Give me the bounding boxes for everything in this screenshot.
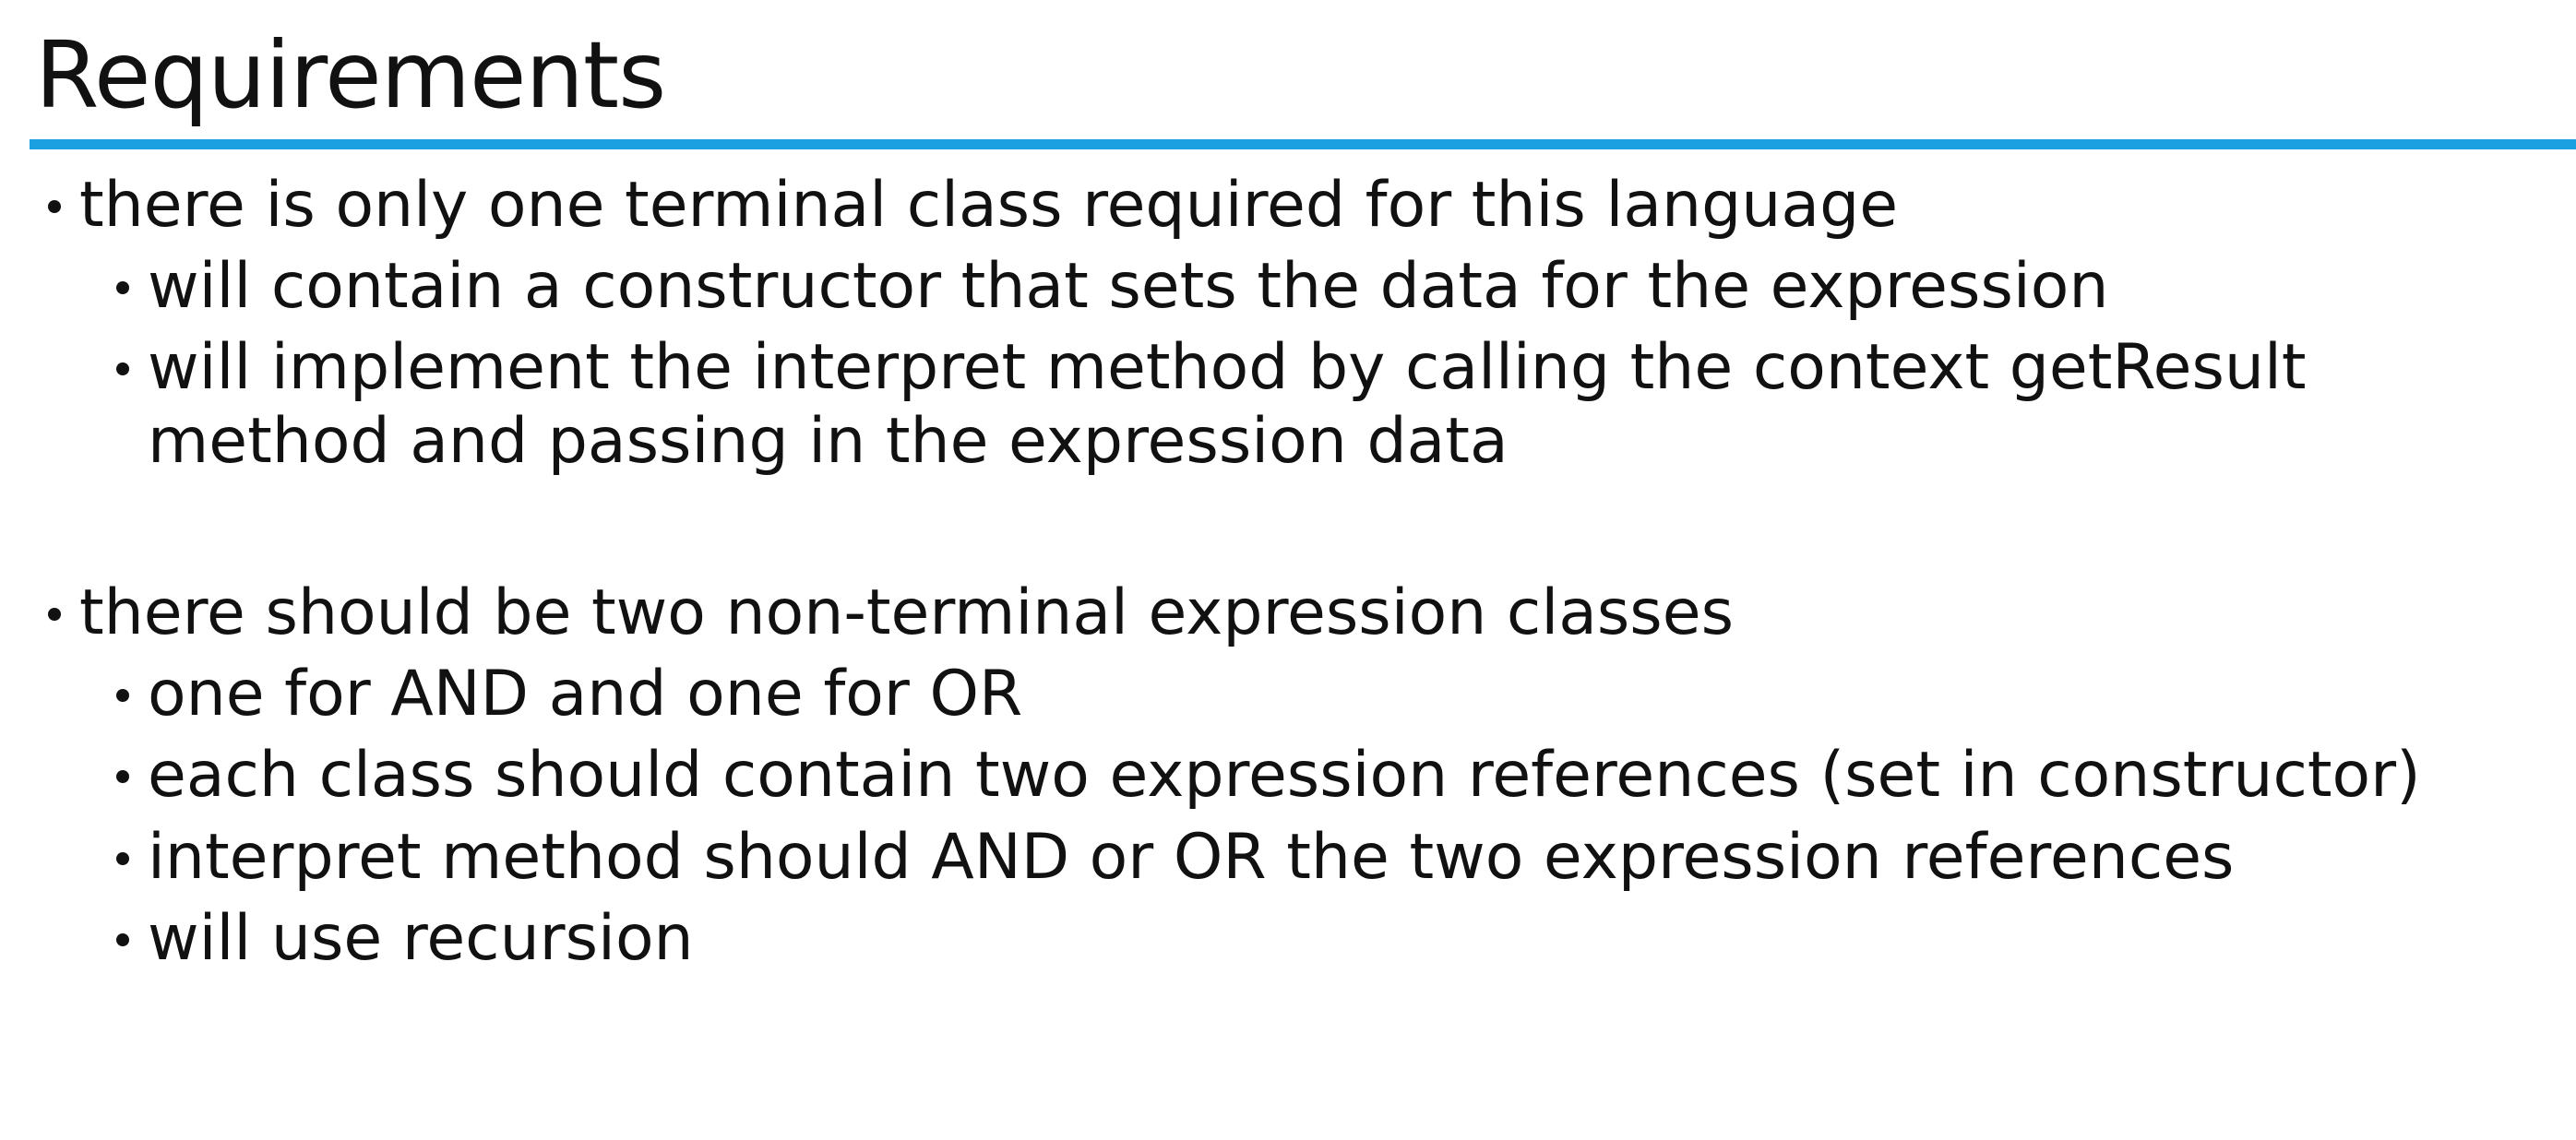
sub-bullet-item: will implement the interpret method by c… (116, 331, 2565, 479)
bullet-text: there should be two non-terminal express… (79, 576, 1735, 649)
bullet-icon (116, 689, 129, 702)
sub-bullet-item: will contain a constructor that sets the… (116, 250, 2109, 324)
bullet-icon (48, 608, 61, 621)
sub-bullet-item: will use recursion (116, 902, 694, 976)
slide: Requirements there is only one terminal … (0, 0, 2576, 1140)
slide-title: Requirements (35, 21, 666, 129)
bullet-icon (116, 770, 129, 783)
bullet-text: one for AND and one for OR (148, 658, 1023, 730)
bullet-icon (48, 200, 61, 213)
bullet-icon (116, 362, 129, 375)
bullet-icon (116, 852, 129, 865)
bullet-text: will contain a constructor that sets the… (148, 250, 2109, 323)
bullet-item: there should be two non-terminal express… (48, 576, 1735, 650)
bullet-text: interpret method should AND or OR the tw… (148, 821, 2235, 894)
bullet-icon (116, 933, 129, 946)
bullet-text: there is only one terminal class require… (79, 169, 1899, 242)
bullet-text: each class should contain two expression… (148, 739, 2421, 812)
sub-bullet-item: each class should contain two expression… (116, 739, 2421, 813)
bullet-text: will use recursion (148, 902, 694, 975)
bullet-item: there is only one terminal class require… (48, 169, 1899, 243)
title-underline (30, 139, 2576, 149)
sub-bullet-item: interpret method should AND or OR the tw… (116, 821, 2235, 895)
bullet-text: will implement the interpret method by c… (148, 331, 2307, 478)
sub-bullet-item: one for AND and one for OR (116, 658, 1023, 731)
bullet-icon (116, 281, 129, 294)
